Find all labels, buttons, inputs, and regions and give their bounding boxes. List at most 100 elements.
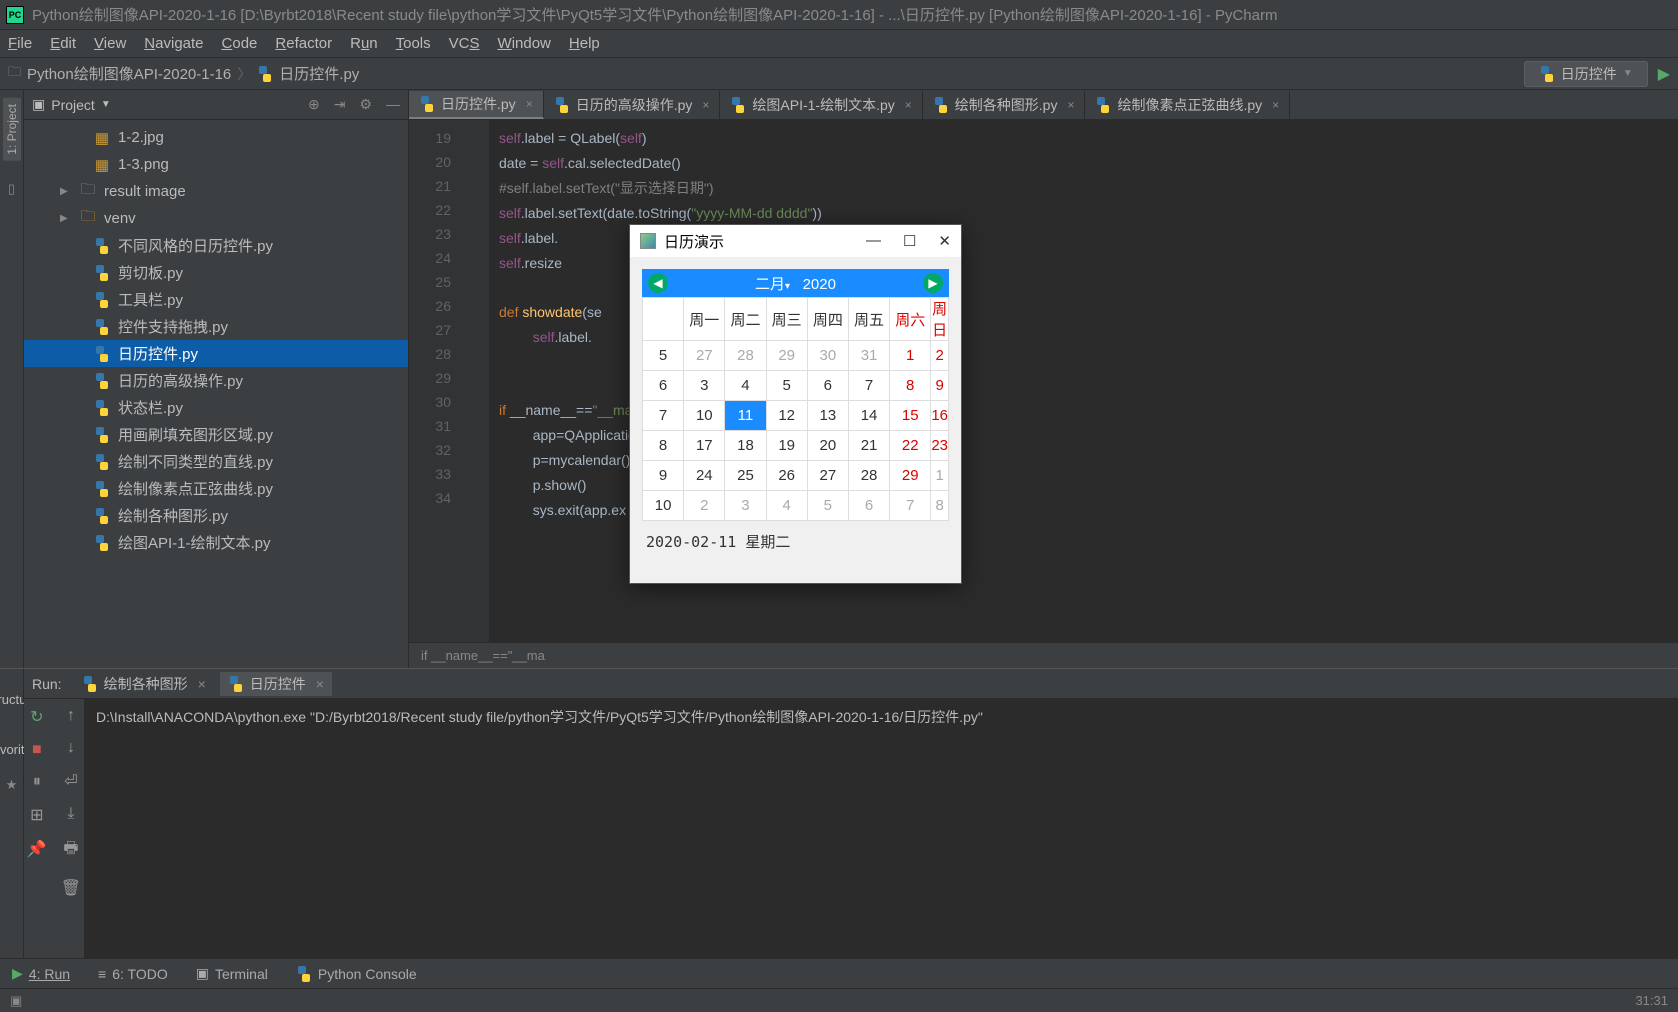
menu-navigate[interactable]: Navigate (144, 35, 203, 52)
terminal-tool-tab[interactable]: ▣Terminal (196, 965, 268, 982)
python-console-tool-tab[interactable]: Python Console (296, 966, 417, 982)
wrap-button[interactable]: ⏎ (64, 771, 77, 791)
calendar-day[interactable]: 11 (725, 401, 766, 431)
pin-button[interactable]: 📌 (27, 839, 47, 859)
tree-item[interactable]: ▦1-3.png (24, 151, 408, 178)
menu-window[interactable]: Window (498, 35, 551, 52)
editor-tab[interactable]: 日历的高级操作.py× (544, 91, 721, 119)
tree-item[interactable]: ▦1-2.jpg (24, 124, 408, 151)
calendar-day[interactable]: 8 (890, 371, 931, 401)
calendar-day[interactable]: 3 (684, 371, 725, 401)
tree-item[interactable]: 工具栏.py (24, 286, 408, 313)
calendar-day[interactable]: 29 (766, 341, 807, 371)
calendar-app-window[interactable]: 日历演示 — ☐ ✕ ◀ 二月▾ 2020 ▶ 周一周二周三周四周五周六周日52… (629, 224, 962, 584)
run-tab[interactable]: 绘制各种图形× (74, 672, 214, 696)
calendar-titlebar[interactable]: 日历演示 — ☐ ✕ (630, 225, 961, 257)
calendar-day[interactable]: 2 (684, 491, 725, 521)
calendar-day[interactable]: 6 (848, 491, 889, 521)
tree-item[interactable]: 日历控件.py (24, 340, 408, 367)
calendar-day[interactable]: 30 (807, 341, 848, 371)
calendar-day[interactable]: 23 (931, 431, 949, 461)
close-tab-button[interactable]: × (1272, 98, 1279, 112)
trash-button[interactable]: 🗑 (61, 878, 81, 898)
calendar-day[interactable]: 3 (725, 491, 766, 521)
editor-tab[interactable]: 绘制像素点正弦曲线.py× (1085, 91, 1290, 119)
calendar-day[interactable]: 1 (890, 341, 931, 371)
calendar-day[interactable]: 14 (848, 401, 889, 431)
calendar-day[interactable]: 2 (931, 341, 949, 371)
close-button[interactable]: ✕ (938, 232, 951, 250)
tree-item[interactable]: 用画刷填充图形区域.py (24, 421, 408, 448)
calendar-day[interactable]: 8 (931, 491, 949, 521)
project-header-label[interactable]: Project (51, 97, 95, 113)
bookmark-icon[interactable]: ▯ (8, 181, 15, 197)
menu-run[interactable]: Run (350, 35, 378, 52)
editor-tab[interactable]: 绘图API-1-绘制文本.py× (720, 91, 922, 119)
calendar-day[interactable]: 4 (725, 371, 766, 401)
calendar-day[interactable]: 18 (725, 431, 766, 461)
calendar-day[interactable]: 5 (766, 371, 807, 401)
close-run-tab[interactable]: × (316, 676, 324, 692)
hide-icon[interactable]: — (386, 96, 400, 113)
next-month-button[interactable]: ▶ (923, 273, 943, 293)
editor-tab[interactable]: 日历控件.py× (409, 91, 544, 119)
run-tab[interactable]: 日历控件× (220, 672, 332, 696)
calendar-day[interactable]: 31 (848, 341, 889, 371)
layout-button[interactable]: ⊞ (30, 805, 43, 825)
todo-tool-tab[interactable]: ≡6: TODO (98, 966, 168, 982)
line-gutter[interactable]: 19202122232425262728293031323334 (409, 120, 459, 642)
run-button[interactable]: ▶ (1658, 64, 1670, 84)
calendar-day[interactable]: 5 (807, 491, 848, 521)
calendar-day[interactable]: 9 (931, 371, 949, 401)
calendar-day[interactable]: 25 (725, 461, 766, 491)
print-button[interactable]: 🖶 (63, 837, 78, 864)
run-tool-tab[interactable]: ▶4: Run (12, 965, 70, 982)
tree-item[interactable]: 绘制不同类型的直线.py (24, 448, 408, 475)
maximize-button[interactable]: ☐ (903, 232, 916, 250)
console-output[interactable]: D:\Install\ANACONDA\python.exe "D:/Byrbt… (84, 699, 1678, 958)
month-label[interactable]: 二月 (755, 276, 785, 293)
calendar-day[interactable]: 10 (684, 401, 725, 431)
chevron-down-icon[interactable]: ▼ (101, 99, 111, 110)
calendar-day[interactable]: 1 (931, 461, 949, 491)
calendar-day[interactable]: 7 (848, 371, 889, 401)
star-icon[interactable]: ★ (6, 777, 18, 793)
locate-icon[interactable]: ⊕ (308, 96, 320, 113)
down-button[interactable]: ↓ (67, 739, 75, 757)
pause-button[interactable]: ⏸ (33, 773, 41, 791)
menu-view[interactable]: View (94, 35, 126, 52)
calendar-day[interactable]: 28 (725, 341, 766, 371)
tree-item[interactable]: 不同风格的日历控件.py (24, 232, 408, 259)
close-tab-button[interactable]: × (526, 97, 533, 111)
rerun-button[interactable]: ↻ (30, 707, 43, 727)
calendar-day[interactable]: 27 (684, 341, 725, 371)
tree-item[interactable]: 日历的高级操作.py (24, 367, 408, 394)
close-tab-button[interactable]: × (1067, 98, 1074, 112)
menu-vcs[interactable]: VCS (449, 35, 480, 52)
calendar-day[interactable]: 15 (890, 401, 931, 431)
tree-item[interactable]: 绘制各种图形.py (24, 502, 408, 529)
project-tool-tab[interactable]: 1: Project (3, 98, 21, 161)
tree-item[interactable]: 绘图API-1-绘制文本.py (24, 529, 408, 556)
menu-edit[interactable]: Edit (50, 35, 76, 52)
calendar-day[interactable]: 16 (931, 401, 949, 431)
stop-button[interactable]: ■ (32, 741, 42, 759)
gear-icon[interactable]: ⚙ (359, 96, 372, 113)
tree-item[interactable]: ▶🗀venv (24, 205, 408, 232)
calendar-day[interactable]: 13 (807, 401, 848, 431)
calendar-day[interactable]: 6 (807, 371, 848, 401)
status-left-icon[interactable]: ▣ (10, 993, 22, 1009)
tree-item[interactable]: 控件支持拖拽.py (24, 313, 408, 340)
menu-help[interactable]: Help (569, 35, 600, 52)
menu-file[interactable]: File (8, 35, 32, 52)
calendar-day[interactable]: 28 (848, 461, 889, 491)
prev-month-button[interactable]: ◀ (648, 273, 668, 293)
minimize-button[interactable]: — (866, 232, 881, 250)
calendar-day[interactable]: 20 (807, 431, 848, 461)
up-button[interactable]: ↑ (67, 707, 75, 725)
calendar-grid[interactable]: 周一周二周三周四周五周六周日52728293031126345678971011… (642, 297, 949, 521)
tree-item[interactable]: 剪切板.py (24, 259, 408, 286)
fold-gutter[interactable] (459, 120, 489, 642)
calendar-day[interactable]: 4 (766, 491, 807, 521)
collapse-icon[interactable]: ⇥ (334, 96, 346, 113)
